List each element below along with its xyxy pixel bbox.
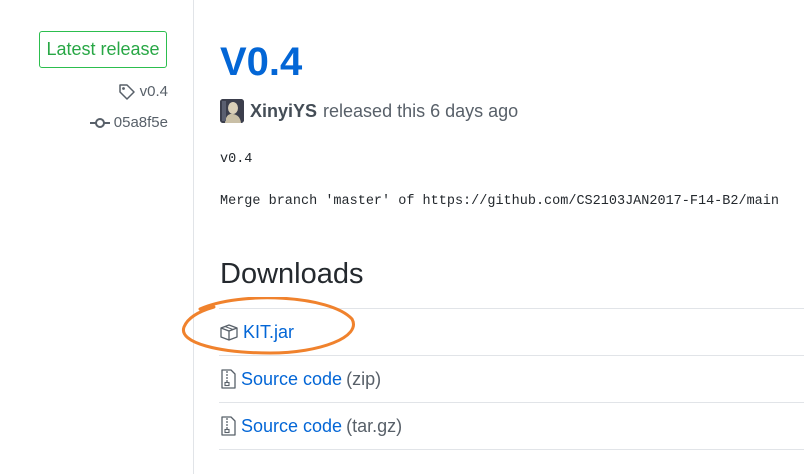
downloads-heading: Downloads — [220, 258, 364, 290]
divider — [219, 449, 804, 450]
release-tag-label: v0.4 — [139, 83, 168, 100]
download-item-source-zip[interactable]: Source code (zip) — [219, 356, 804, 402]
release-commit-sha: 05a8f5e — [113, 114, 168, 131]
release-meta-sidebar: Latest release v0.4 05a8f5e — [0, 0, 193, 474]
column-divider — [193, 0, 194, 474]
package-icon — [219, 323, 239, 341]
release-notes-message: Merge branch 'master' of https://github.… — [220, 194, 779, 209]
download-link-label[interactable]: Source code — [241, 369, 342, 390]
release-notes-tag: v0.4 — [220, 152, 253, 167]
download-link-label[interactable]: KIT.jar — [243, 322, 294, 343]
release-title[interactable]: V0.4 — [220, 38, 302, 86]
download-format-label: (tar.gz) — [346, 415, 403, 436]
download-link-label[interactable]: Source code — [241, 416, 342, 437]
release-author-line: XinyiYS released this 6 days ago — [220, 98, 518, 124]
download-item-source-targz[interactable]: Source code (tar.gz) — [219, 403, 804, 449]
avatar[interactable] — [220, 99, 244, 123]
download-item-kit-jar[interactable]: KIT.jar — [219, 309, 804, 355]
latest-release-badge: Latest release — [39, 31, 167, 68]
file-zip-icon — [219, 416, 237, 436]
downloads-list: KIT.jar Source code (zip) Source code (t… — [219, 308, 804, 450]
git-commit-icon — [89, 116, 110, 130]
release-time: released this 6 days ago — [323, 100, 519, 121]
release-commit-link[interactable]: 05a8f5e — [89, 113, 168, 133]
release-author[interactable]: XinyiYS — [250, 101, 317, 122]
tag-icon — [118, 83, 136, 101]
file-zip-icon — [219, 369, 237, 389]
download-format-label: (zip) — [346, 368, 382, 389]
release-tag-link[interactable]: v0.4 — [118, 82, 168, 102]
